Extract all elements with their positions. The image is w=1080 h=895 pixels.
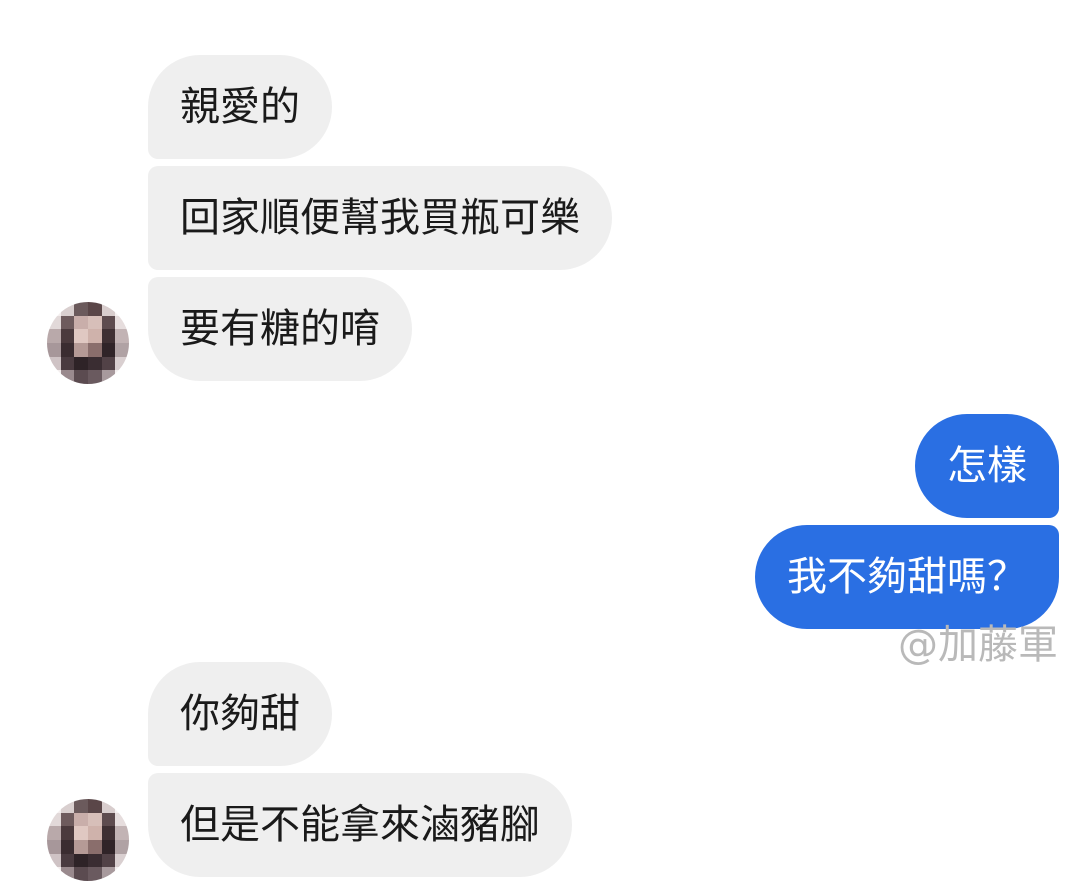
message-text: 我不夠甜嗎？ xyxy=(787,554,1027,600)
incoming-message-bubble[interactable]: 要有糖的唷 xyxy=(148,277,412,381)
message-text: 親愛的 xyxy=(180,84,300,130)
incoming-message-bubble[interactable]: 你夠甜 xyxy=(148,662,332,766)
incoming-message-bubble[interactable]: 親愛的 xyxy=(148,55,332,159)
outgoing-message-bubble[interactable]: 怎樣 xyxy=(915,414,1059,518)
message-text: 但是不能拿來滷豬腳 xyxy=(180,802,540,848)
incoming-message-bubble[interactable]: 回家順便幫我買瓶可樂 xyxy=(148,166,612,270)
message-text: 要有糖的唷 xyxy=(180,306,380,352)
watermark: @加藤軍 xyxy=(898,622,1058,668)
contact-avatar[interactable] xyxy=(47,799,129,881)
incoming-message-bubble[interactable]: 但是不能拿來滷豬腳 xyxy=(148,773,572,877)
message-text: 你夠甜 xyxy=(180,691,300,737)
message-text: 回家順便幫我買瓶可樂 xyxy=(180,195,580,241)
message-text: 怎樣 xyxy=(947,443,1027,489)
contact-avatar[interactable] xyxy=(47,302,129,384)
